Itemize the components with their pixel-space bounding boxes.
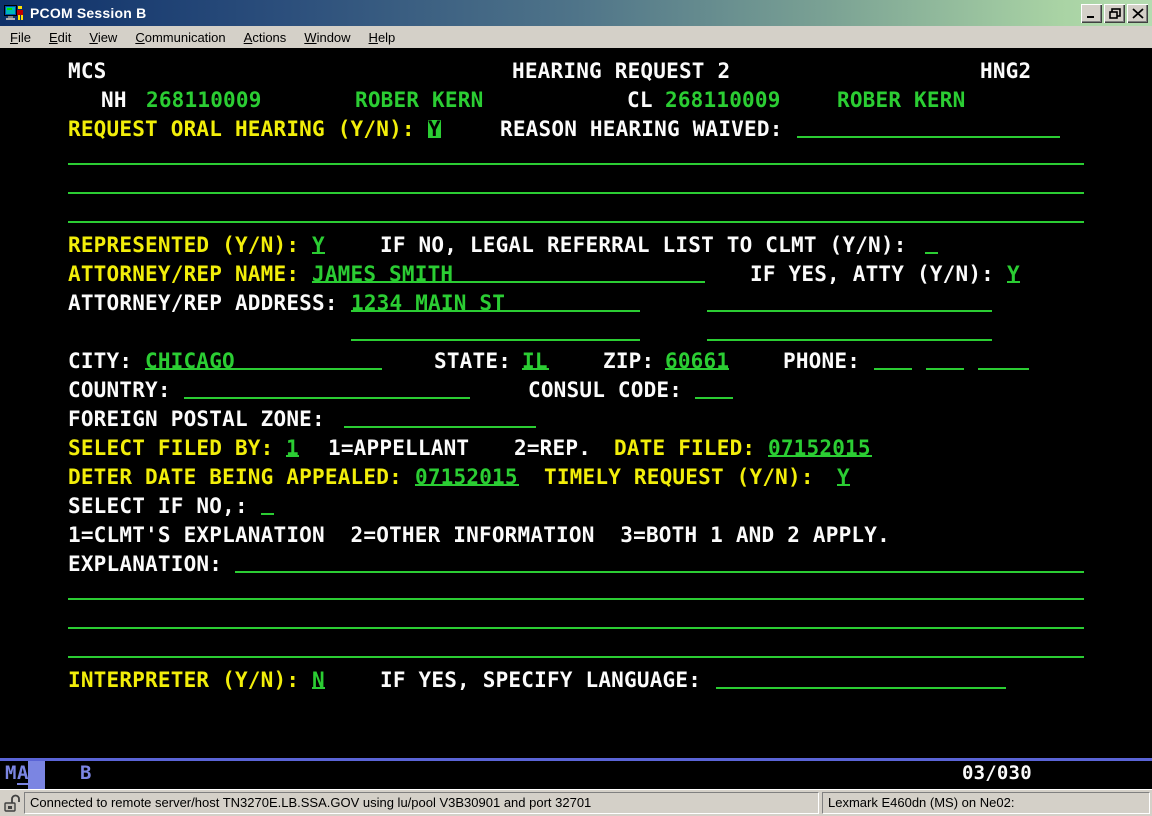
foreign-postal-field[interactable] [344, 410, 536, 428]
cl-label: CL [627, 91, 653, 109]
waived-continuation-line-2[interactable] [68, 178, 1084, 194]
screen-code: HNG2 [980, 62, 1031, 80]
select-if-no-field[interactable] [261, 497, 274, 515]
filed-by-option-1: 1=APPELLANT [328, 439, 469, 457]
system-id: MCS [68, 62, 107, 80]
minimize-button[interactable] [1081, 4, 1102, 23]
legal-referral-field[interactable] [925, 236, 938, 254]
city-label: CITY: [68, 352, 132, 370]
explanation-line-3[interactable] [68, 613, 1084, 629]
window-title: PCOM Session B [30, 5, 146, 21]
attorney-address-field-3[interactable] [351, 323, 640, 341]
oia-status-block [28, 761, 45, 789]
waived-continuation-line-1[interactable] [68, 149, 1084, 165]
title-bar: PCOM Session B [0, 0, 1152, 26]
oia-cursor-position: 03/030 [962, 761, 1032, 785]
date-filed-field[interactable]: 07152015 [768, 439, 872, 457]
menu-window[interactable]: Window [295, 28, 359, 47]
hearing-waived-field[interactable] [797, 120, 1060, 138]
minimize-icon [1086, 9, 1098, 19]
pcomm-app-icon [4, 4, 24, 22]
explanation-line-4[interactable] [68, 642, 1084, 658]
date-filed-label: DATE FILED: [614, 439, 755, 457]
attorney-address-label: ATTORNEY/REP ADDRESS: [68, 294, 338, 312]
explanation-field[interactable] [235, 555, 1084, 573]
terminal-screen: MCS HEARING REQUEST 2 HNG2 NH 268110009 … [0, 48, 1152, 789]
menu-help[interactable]: Help [360, 28, 405, 47]
nh-label: NH [101, 91, 127, 109]
attorney-address-field-1[interactable]: 1234 MAIN ST [351, 294, 640, 312]
restore-icon [1109, 8, 1121, 19]
legal-referral-label: IF NO, LEGAL REFERRAL LIST TO CLMT (Y/N)… [380, 236, 907, 254]
phone-field-area[interactable] [874, 352, 912, 370]
oia-session-id: B [80, 761, 92, 785]
specify-language-label: IF YES, SPECIFY LANGUAGE: [380, 671, 701, 689]
cl-name: ROBER KERN [837, 91, 965, 109]
oral-hearing-field[interactable]: Y [428, 120, 441, 138]
close-button[interactable] [1127, 4, 1148, 23]
nh-name: ROBER KERN [355, 91, 483, 109]
attorney-name-label: ATTORNEY/REP NAME: [68, 265, 299, 283]
oia-ready-a: A [17, 761, 29, 785]
explanation-label: EXPLANATION: [68, 555, 222, 573]
menu-edit[interactable]: Edit [40, 28, 80, 47]
screen-title: HEARING REQUEST 2 [512, 62, 730, 80]
phone-field-prefix[interactable] [926, 352, 964, 370]
connection-status-icon [3, 794, 22, 813]
atty-flag-field[interactable]: Y [1007, 265, 1020, 283]
consul-code-field[interactable] [695, 381, 733, 399]
interpreter-field[interactable]: N [312, 671, 325, 689]
country-label: COUNTRY: [68, 381, 171, 399]
cl-ssn: 268110009 [665, 91, 781, 109]
filed-by-label: SELECT FILED BY: [68, 439, 274, 457]
phone-label: PHONE: [783, 352, 860, 370]
filed-by-field[interactable]: 1 [286, 439, 299, 457]
country-field[interactable] [184, 381, 470, 399]
nh-ssn: 268110009 [146, 91, 262, 109]
deter-date-label: DETER DATE BEING APPEALED: [68, 468, 402, 486]
menu-communication[interactable]: Communication [126, 28, 234, 47]
waived-continuation-line-3[interactable] [68, 207, 1084, 223]
restore-button[interactable] [1104, 4, 1125, 23]
oral-hearing-label: REQUEST ORAL HEARING (Y/N): [68, 120, 415, 138]
hearing-waived-label: REASON HEARING WAIVED: [500, 120, 783, 138]
printer-status-text: Lexmark E460dn (MS) on Ne02: [822, 792, 1150, 814]
menu-view[interactable]: View [80, 28, 126, 47]
explanation-options-line: 1=CLMT'S EXPLANATION 2=OTHER INFORMATION… [68, 526, 890, 544]
timely-request-field[interactable]: Y [837, 468, 850, 486]
city-field[interactable]: CHICAGO [145, 352, 382, 370]
state-field[interactable]: IL [522, 352, 549, 370]
state-label: STATE: [434, 352, 511, 370]
oia-ready-m: M [5, 761, 17, 785]
attorney-address-field-4[interactable] [707, 323, 992, 341]
consul-code-label: CONSUL CODE: [528, 381, 682, 399]
atty-flag-label: IF YES, ATTY (Y/N): [750, 265, 994, 283]
connection-status-text: Connected to remote server/host TN3270E.… [24, 792, 819, 814]
menu-bar: File Edit View Communication Actions Win… [0, 26, 1152, 48]
menu-file[interactable]: File [1, 28, 40, 47]
attorney-address-field-2[interactable] [707, 294, 992, 312]
status-bar: Connected to remote server/host TN3270E.… [0, 789, 1152, 816]
deter-date-field[interactable]: 07152015 [415, 468, 519, 486]
close-icon [1132, 8, 1144, 19]
filed-by-option-2: 2=REP. [514, 439, 591, 457]
zip-label: ZIP: [603, 352, 654, 370]
explanation-line-2[interactable] [68, 584, 1084, 600]
specify-language-field[interactable] [716, 671, 1006, 689]
attorney-name-field[interactable]: JAMES SMITH [312, 265, 705, 283]
foreign-postal-label: FOREIGN POSTAL ZONE: [68, 410, 325, 428]
represented-label: REPRESENTED (Y/N): [68, 236, 299, 254]
interpreter-label: INTERPRETER (Y/N): [68, 671, 299, 689]
zip-field[interactable]: 60661 [665, 352, 729, 370]
phone-field-line[interactable] [978, 352, 1029, 370]
represented-field[interactable]: Y [312, 236, 325, 254]
select-if-no-label: SELECT IF NO,: [68, 497, 248, 515]
menu-actions[interactable]: Actions [235, 28, 296, 47]
timely-request-label: TIMELY REQUEST (Y/N): [544, 468, 814, 486]
